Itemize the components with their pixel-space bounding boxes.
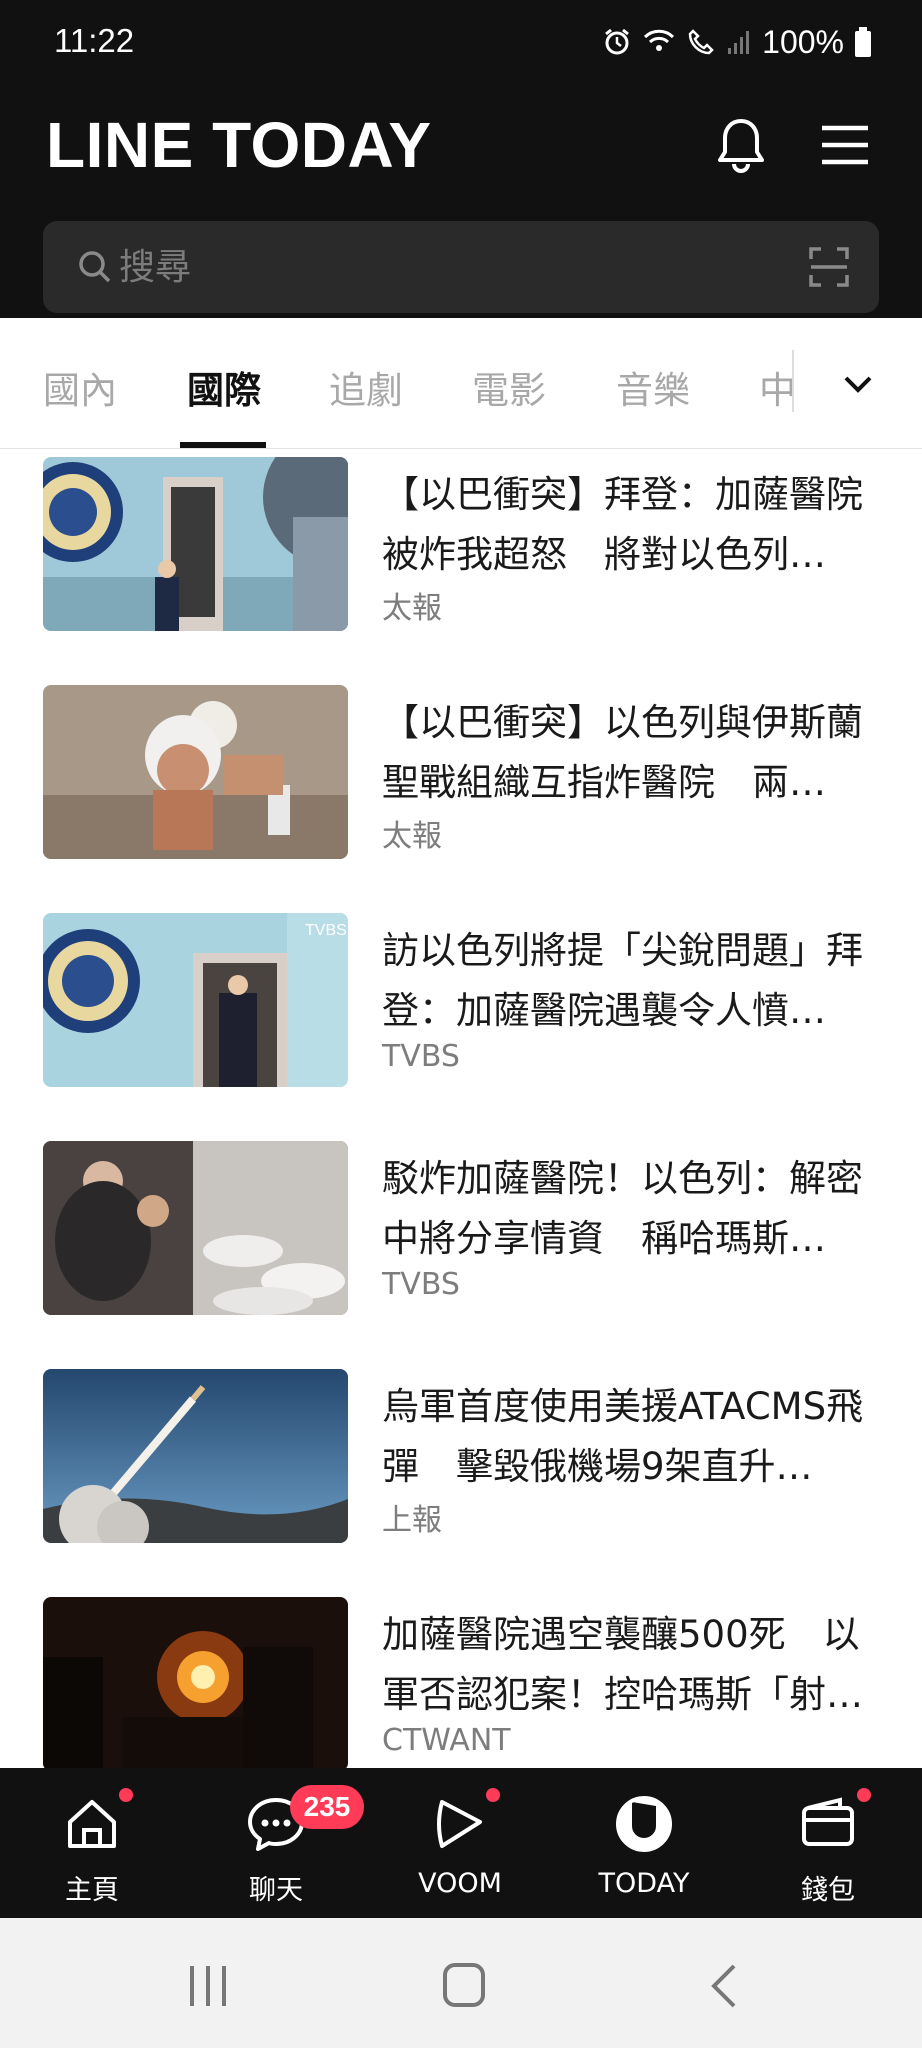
bell-icon[interactable] bbox=[708, 112, 774, 178]
call-icon bbox=[686, 27, 716, 57]
article-item[interactable]: 【以巴衝突】拜登：加薩醫院被炸我超怒 將對以色列… 太報 bbox=[0, 449, 922, 677]
nav-home-label: 主頁 bbox=[65, 1875, 119, 1906]
article-item[interactable]: TVBS 訪以色列將提「尖銳問題」拜登：加薩醫院遇襲令人憤… TVBS bbox=[0, 905, 922, 1133]
category-tabs: 國內 國際 追劇 電影 音樂 中 bbox=[0, 318, 922, 449]
article-source: CTWANT bbox=[382, 1723, 511, 1758]
article-thumbnail bbox=[43, 685, 348, 859]
article-headline: 加薩醫院遇空襲釀500死 以軍否認犯案！控哈瑪斯「射… bbox=[382, 1613, 863, 1716]
notification-dot bbox=[857, 1788, 871, 1802]
wifi-calling-icon bbox=[642, 27, 676, 57]
article-source: TVBS bbox=[382, 1039, 460, 1074]
article-source: 上報 bbox=[382, 1503, 442, 1538]
tab-international[interactable]: 國際 bbox=[187, 360, 261, 414]
search-bar[interactable] bbox=[43, 221, 879, 313]
nav-wallet[interactable]: 錢包 bbox=[736, 1768, 920, 1918]
article-item[interactable]: 駁炸加薩醫院！以色列：解密中將分享情資 稱哈瑪斯… TVBS bbox=[0, 1133, 922, 1361]
tab-divider bbox=[792, 350, 794, 412]
article-headline: 烏軍首度使用美援ATACMS飛彈 擊毀俄機場9架直升… bbox=[382, 1385, 864, 1488]
nav-home[interactable]: 主頁 bbox=[0, 1768, 184, 1918]
article-feed[interactable]: 【以巴衝突】拜登：加薩醫院被炸我超怒 將對以色列… 太報 【以巴衝突】以色列與伊… bbox=[0, 449, 922, 1768]
home-icon bbox=[60, 1792, 124, 1856]
article-thumbnail: TVBS bbox=[43, 913, 348, 1087]
battery-text: 100% bbox=[762, 23, 844, 60]
chat-unread-badge: 235 bbox=[290, 1785, 364, 1829]
tab-drama[interactable]: 追劇 bbox=[329, 360, 403, 414]
article-headline: 【以巴衝突】拜登：加薩醫院被炸我超怒 將對以色列… bbox=[382, 473, 863, 576]
today-icon bbox=[612, 1792, 676, 1856]
article-thumbnail bbox=[43, 1597, 348, 1768]
article-thumbnail bbox=[43, 1369, 348, 1543]
alarm-icon bbox=[602, 27, 632, 57]
article-source: 太報 bbox=[382, 819, 442, 854]
tab-movie[interactable]: 電影 bbox=[472, 360, 546, 414]
article-thumbnail bbox=[43, 457, 348, 631]
article-item[interactable]: 烏軍首度使用美援ATACMS飛彈 擊毀俄機場9架直升… 上報 bbox=[0, 1361, 922, 1589]
article-item[interactable]: 加薩醫院遇空襲釀500死 以軍否認犯案！控哈瑪斯「射… CTWANT bbox=[0, 1589, 922, 1768]
scan-icon[interactable] bbox=[809, 247, 849, 291]
system-navigation bbox=[0, 1918, 922, 2048]
search-input[interactable] bbox=[119, 239, 719, 295]
home-button-icon[interactable] bbox=[442, 1962, 486, 2012]
signal-icon bbox=[726, 28, 752, 56]
notification-dot bbox=[119, 1788, 133, 1802]
article-headline: 【以巴衝突】以色列與伊斯蘭聖戰組織互指炸醫院 兩… bbox=[382, 701, 863, 804]
recents-icon[interactable] bbox=[186, 1964, 230, 2012]
active-tab-indicator bbox=[180, 442, 266, 448]
article-source: 太報 bbox=[382, 591, 442, 626]
chevron-down-icon[interactable] bbox=[838, 364, 878, 408]
article-thumbnail bbox=[43, 1141, 348, 1315]
back-icon[interactable] bbox=[706, 1962, 740, 2014]
tab-china[interactable]: 中 bbox=[759, 360, 792, 414]
article-headline: 訪以色列將提「尖銳問題」拜登：加薩醫院遇襲令人憤… bbox=[382, 929, 863, 1032]
voom-icon bbox=[428, 1792, 492, 1856]
nav-today[interactable]: TODAY bbox=[552, 1768, 736, 1918]
status-bar: 11:22 100% bbox=[0, 0, 922, 86]
nav-voom[interactable]: VOOM bbox=[368, 1768, 552, 1918]
nav-today-label: TODAY bbox=[598, 1868, 690, 1899]
article-source: TVBS bbox=[382, 1267, 460, 1302]
nav-voom-label: VOOM bbox=[418, 1868, 502, 1899]
search-icon bbox=[77, 249, 113, 289]
status-icons: 100% bbox=[602, 20, 872, 64]
notification-dot bbox=[486, 1788, 500, 1802]
status-time: 11:22 bbox=[54, 22, 135, 59]
nav-wallet-label: 錢包 bbox=[801, 1875, 855, 1906]
svg-text:TVBS: TVBS bbox=[305, 922, 347, 939]
brand-logo: LINE TODAY bbox=[46, 109, 432, 181]
nav-chat-label: 聊天 bbox=[249, 1875, 303, 1906]
tab-music[interactable]: 音樂 bbox=[616, 360, 690, 414]
app-header: LINE TODAY bbox=[0, 86, 922, 318]
tab-domestic[interactable]: 國內 bbox=[43, 360, 117, 414]
bottom-navigation: 主頁 聊天 235 VOOM TODAY 錢包 bbox=[0, 1768, 922, 1918]
menu-icon[interactable] bbox=[812, 112, 878, 178]
wallet-icon bbox=[796, 1792, 860, 1856]
article-headline: 駁炸加薩醫院！以色列：解密中將分享情資 稱哈瑪斯… bbox=[382, 1157, 863, 1260]
article-item[interactable]: 【以巴衝突】以色列與伊斯蘭聖戰組織互指炸醫院 兩… 太報 bbox=[0, 677, 922, 905]
battery-icon bbox=[854, 27, 872, 57]
